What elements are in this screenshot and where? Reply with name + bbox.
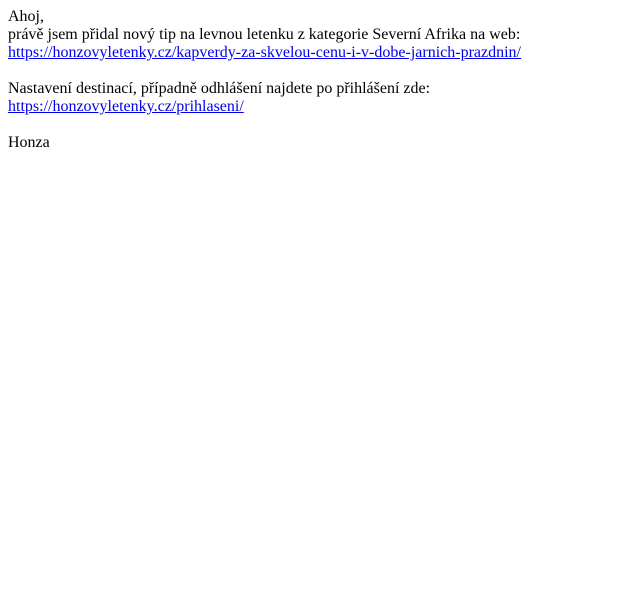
settings-text: Nastavení destinací, případně odhlášení … <box>8 80 431 97</box>
tip-link[interactable]: https://honzovyletenky.cz/kapverdy-za-sk… <box>8 44 632 62</box>
signature-text: Honza <box>8 134 50 151</box>
login-link[interactable]: https://honzovyletenky.cz/prihlaseni/ <box>8 98 632 116</box>
greeting-text: Ahoj, <box>8 8 44 25</box>
intro-text: právě jsem přidal nový tip na levnou let… <box>8 26 521 43</box>
email-body: Ahoj, právě jsem přidal nový tip na levn… <box>8 8 632 152</box>
